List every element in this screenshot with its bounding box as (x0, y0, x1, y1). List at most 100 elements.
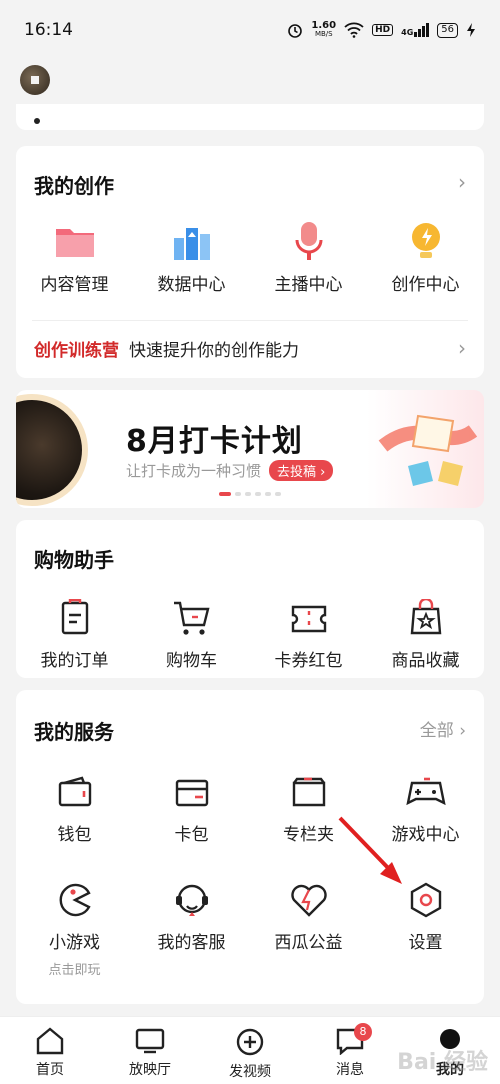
signal-icon: 4G (401, 23, 430, 37)
carousel-dot (235, 492, 241, 496)
carousel-indicator (219, 492, 281, 496)
wallet-icon (53, 772, 97, 812)
mini-game-icon (53, 880, 97, 920)
tab-messages[interactable]: 8 消息 (300, 1017, 400, 1084)
carousel-dot (219, 492, 231, 496)
home-icon (36, 1027, 64, 1055)
plus-circle-icon (236, 1028, 264, 1056)
shopping-item-label: 购物车 (166, 651, 217, 671)
alarm-icon (288, 24, 303, 38)
carousel-dot (275, 492, 281, 496)
coupon-icon (287, 598, 331, 638)
shopping-item-coupons[interactable]: 卡券红包 (250, 598, 367, 671)
banner-photo (16, 394, 88, 506)
shopping-item-label: 卡券红包 (274, 651, 343, 671)
services-grid-row-1: 钱包 卡包 专栏夹 游戏中心 (16, 772, 484, 845)
headset-icon (170, 880, 214, 920)
creation-card: 我的创作 › 内容管理 数据中心 主播中心 创作中心 创作训练营 快速提升你的创… (16, 146, 484, 378)
service-item-label: 专栏夹 (283, 825, 334, 845)
service-item-customer-service[interactable]: 我的客服 (133, 880, 250, 978)
message-badge: 8 (354, 1023, 372, 1041)
network-speed: 1.60 MB/S (311, 20, 337, 39)
chevron-right-icon[interactable]: › (458, 336, 466, 360)
hd-badge: HD (372, 24, 394, 36)
services-grid-row-2: 小游戏 点击即玩 我的客服 西瓜公益 设置 (16, 880, 484, 978)
tab-theater[interactable]: 放映厅 (100, 1017, 200, 1084)
gear-hex-icon (404, 880, 448, 920)
profile-card-bottom (16, 104, 484, 130)
shopping-card: 购物助手 我的订单 购物车 卡券红包 商品收藏 (16, 520, 484, 678)
creation-item-label: 数据中心 (157, 275, 226, 295)
service-item-label: 西瓜公益 (274, 933, 343, 953)
shopping-item-cart[interactable]: 购物车 (133, 598, 250, 671)
avatar[interactable] (20, 65, 50, 95)
tab-label: 首页 (36, 1062, 64, 1078)
banner-subtitle-row: 让打卡成为一种习惯 去投稿 › (126, 460, 334, 481)
view-all-link[interactable]: 全部 › (420, 716, 466, 741)
shopping-item-favorites[interactable]: 商品收藏 (367, 598, 484, 671)
creation-item-label: 创作中心 (391, 275, 460, 295)
tab-label: 放映厅 (129, 1062, 171, 1078)
shopping-item-label: 我的订单 (40, 651, 109, 671)
promo-banner[interactable]: 8月打卡计划 让打卡成为一种习惯 去投稿 › (16, 390, 484, 508)
service-item-label: 钱包 (57, 825, 92, 845)
training-camp-text: 快速提升你的创作能力 (129, 341, 299, 361)
tab-label: 消息 (336, 1062, 364, 1078)
order-icon (53, 598, 97, 638)
services-title: 我的服务 (34, 720, 114, 744)
training-camp-label: 创作训练营 (34, 341, 119, 361)
training-camp-row[interactable]: 创作训练营 快速提升你的创作能力 (34, 336, 466, 361)
service-item-mini-games[interactable]: 小游戏 点击即玩 (16, 880, 133, 978)
tab-post-video[interactable]: 发视频 (200, 1017, 300, 1084)
service-item-label: 我的客服 (157, 933, 226, 953)
charging-icon (467, 23, 475, 37)
creation-item-label: 内容管理 (40, 275, 109, 295)
battery-indicator: 56 (437, 22, 458, 38)
status-icons: 1.60 MB/S HD 4G 56 (287, 21, 476, 39)
favorite-bag-icon (404, 598, 448, 638)
service-item-charity[interactable]: 西瓜公益 (250, 880, 367, 978)
creation-item-data-center[interactable]: 数据中心 (133, 222, 250, 295)
service-item-column-folder[interactable]: 专栏夹 (250, 772, 367, 845)
card-icon (170, 772, 214, 812)
heart-icon (287, 880, 331, 920)
service-item-label: 卡包 (174, 825, 209, 845)
service-item-label: 设置 (408, 933, 443, 953)
service-item-sublabel: 点击即玩 (48, 963, 101, 978)
service-item-wallet[interactable]: 钱包 (16, 772, 133, 845)
bar-chart-icon (170, 222, 214, 262)
folder-icon (53, 222, 97, 262)
wifi-icon (344, 22, 364, 38)
column-folder-icon (287, 772, 331, 812)
creation-grid: 内容管理 数据中心 主播中心 创作中心 (16, 222, 484, 295)
banner-title: 8月打卡计划 (126, 424, 303, 459)
service-item-card[interactable]: 卡包 (133, 772, 250, 845)
lightbulb-icon (404, 222, 448, 262)
tab-home[interactable]: 首页 (0, 1017, 100, 1084)
carousel-dot (255, 492, 261, 496)
shopping-item-orders[interactable]: 我的订单 (16, 598, 133, 671)
creation-item-creator-center[interactable]: 创作中心 (367, 222, 484, 295)
microphone-icon (287, 222, 331, 262)
creation-item-label: 主播中心 (274, 275, 343, 295)
creation-title: 我的创作 (34, 174, 114, 198)
divider (32, 320, 468, 321)
submit-button[interactable]: 去投稿 › (269, 460, 334, 481)
status-time: 16:14 (24, 20, 73, 40)
chevron-right-icon[interactable]: › (458, 170, 466, 194)
service-item-label: 小游戏 (49, 933, 100, 953)
banner-illustration (378, 414, 478, 486)
cart-icon (170, 598, 214, 638)
profile-header (0, 60, 500, 100)
creation-item-anchor-center[interactable]: 主播中心 (250, 222, 367, 295)
gamepad-icon (404, 772, 448, 812)
shopping-item-label: 商品收藏 (391, 651, 460, 671)
shopping-title: 购物助手 (34, 548, 114, 572)
watermark: Bai 经验 (397, 1050, 488, 1075)
service-item-game-center[interactable]: 游戏中心 (367, 772, 484, 845)
tab-label: 发视频 (229, 1064, 271, 1080)
services-card: 我的服务 全部 › 钱包 卡包 专栏夹 游戏中心 小游戏 点击即玩 我的客服 西… (16, 690, 484, 1004)
service-item-settings[interactable]: 设置 (367, 880, 484, 978)
banner-subtitle: 让打卡成为一种习惯 (126, 462, 262, 480)
creation-item-content-manage[interactable]: 内容管理 (16, 222, 133, 295)
